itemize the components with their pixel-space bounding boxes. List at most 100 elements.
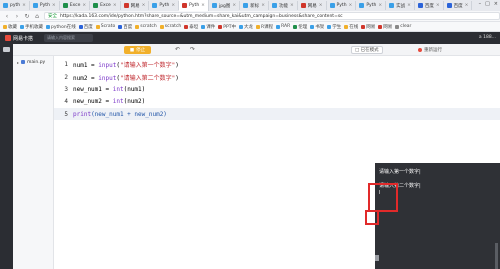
close-window-icon[interactable]: × — [494, 1, 498, 7]
bookmark-item[interactable]: Scrato — [95, 24, 115, 29]
console-handle[interactable] — [375, 255, 379, 261]
bookmark-item[interactable]: 课件 — [201, 24, 215, 30]
line-number: 2 — [64, 73, 68, 81]
bookmark-item[interactable]: 学生 — [327, 24, 341, 30]
close-icon[interactable]: × — [319, 3, 323, 8]
close-icon[interactable]: × — [261, 3, 265, 8]
bookmark-favicon-icon — [238, 24, 243, 29]
bookmark-item[interactable]: R课程 — [255, 24, 273, 30]
bookmark-item[interactable]: 网易 — [361, 24, 375, 30]
bookmark-item[interactable]: 手机收藏 — [20, 24, 43, 30]
close-icon[interactable]: × — [22, 3, 26, 8]
browser-tab[interactable]: 功能 × — [269, 1, 298, 10]
tab-favicon-icon — [271, 3, 277, 8]
browser-tab[interactable]: 网易 × — [121, 1, 150, 10]
url-input[interactable]: 安全 https://kada.163.com/ide/python.htm?s… — [44, 12, 500, 20]
back-icon[interactable]: ‹ — [4, 13, 10, 20]
rerun-button[interactable]: 重新运行 — [415, 46, 445, 54]
brand-name: 网易卡搭 — [13, 35, 34, 42]
code-text: num2 = input("请输入第二个数字") — [73, 74, 179, 82]
close-icon[interactable]: × — [465, 3, 469, 8]
bookmark-favicon-icon — [159, 24, 164, 29]
bookmark-item[interactable]: 百度 — [78, 24, 93, 30]
refresh-icon[interactable]: ↻ — [24, 13, 30, 20]
minimize-icon[interactable]: – — [479, 1, 482, 7]
close-icon[interactable]: × — [232, 3, 236, 8]
bookmark-item[interactable]: scratch — [135, 24, 157, 29]
bookmark-item[interactable]: 在线 — [344, 24, 358, 30]
maximize-icon[interactable]: □ — [485, 1, 490, 7]
exec-mode-toggle[interactable]: □ 已在模式 — [351, 46, 383, 54]
tab-favicon-icon — [62, 3, 68, 8]
bookmark-favicon-icon — [95, 24, 100, 29]
stop-button[interactable]: ■ 停止 — [124, 46, 151, 54]
close-icon[interactable]: × — [436, 3, 440, 8]
user-menu[interactable]: a 188... — [479, 35, 496, 40]
bookmark-favicon-icon — [293, 24, 298, 29]
bookmark-item[interactable]: 泰坦 — [184, 24, 198, 30]
close-icon[interactable]: × — [142, 3, 146, 8]
close-icon[interactable]: × — [378, 3, 382, 8]
bookmark-item[interactable]: 百度 — [118, 24, 132, 30]
bookmark-favicon-icon — [310, 24, 315, 29]
close-icon[interactable]: × — [290, 3, 294, 8]
tab-label: pyth — [10, 3, 21, 8]
bookmark-label: 网易 — [366, 24, 376, 30]
close-icon[interactable]: × — [52, 3, 56, 8]
bookmark-item[interactable]: 书架 — [310, 24, 324, 30]
browser-tab[interactable]: Pyth × — [30, 1, 60, 10]
bookmark-item[interactable]: PPT中 — [218, 24, 236, 30]
forward-icon[interactable]: › — [14, 13, 20, 20]
close-icon[interactable]: × — [201, 3, 205, 8]
search-input[interactable]: 请输入内容搜索 — [44, 34, 93, 42]
bookmark-item[interactable]: 伦理 — [293, 24, 307, 30]
browser-tab[interactable]: 网易 × — [298, 1, 327, 10]
console-scrollbar[interactable] — [495, 243, 498, 269]
tab-label: 网易 — [307, 3, 317, 9]
bookmark-favicon-icon — [378, 24, 383, 29]
browser-tab[interactable]: 新标 × — [240, 1, 269, 10]
browser-tab[interactable]: 实战 × — [386, 1, 415, 10]
browser-tab[interactable]: 百度 × — [415, 1, 444, 10]
bookmark-label: 手机收藏 — [25, 24, 43, 30]
browser-tab[interactable]: Exce × — [90, 1, 121, 10]
browser-tab-active[interactable]: Pyth × — [179, 0, 209, 11]
bookmark-label: 学生 — [332, 24, 342, 30]
tab-favicon-icon — [300, 3, 306, 8]
browser-tab[interactable]: pyth × — [0, 1, 30, 10]
code-line: 3 new_num1 = int(num1) — [54, 83, 500, 95]
close-icon[interactable]: × — [113, 3, 117, 8]
code-line: 1 num1 = input("请输入第一个数字") — [54, 58, 500, 70]
file-item[interactable]: ▸ main.py — [13, 58, 54, 66]
close-icon[interactable]: × — [171, 3, 175, 8]
browser-tab[interactable]: Exce × — [60, 1, 91, 10]
brand[interactable]: 网易卡搭 — [0, 35, 43, 42]
folder-icon[interactable] — [3, 47, 10, 52]
editor-toolbar: ■ 停止 ↶ ↷ □ 已在模式 重新运行 — [0, 44, 500, 56]
console-line: 请输入第一个数字| — [379, 169, 421, 175]
output-console[interactable]: 请输入第一个数字| 请输入第二个数字| I — [375, 163, 500, 269]
browser-tab[interactable]: Pyth × — [327, 1, 357, 10]
close-icon[interactable]: × — [82, 3, 86, 8]
undo-icon[interactable]: ↶ — [175, 46, 180, 53]
bookmark-item[interactable]: scratch — [159, 24, 181, 29]
bookmark-item[interactable]: RAR — [276, 24, 290, 29]
browser-tab[interactable]: jpg图 × — [209, 1, 241, 10]
close-icon[interactable]: × — [349, 3, 353, 8]
redo-icon[interactable]: ↷ — [190, 46, 195, 53]
bookmark-item[interactable]: 网易 — [378, 24, 392, 30]
bookmark-item[interactable]: python在线 — [46, 24, 76, 30]
bookmark-favicon-icon — [276, 24, 281, 29]
bookmark-label: 百度 — [83, 24, 93, 30]
bookmark-label: RAR — [281, 24, 291, 29]
close-icon[interactable]: × — [407, 3, 411, 8]
home-icon[interactable]: ⌂ — [34, 13, 40, 20]
chevron-right-icon: ▸ — [17, 59, 20, 65]
browser-tab[interactable]: Pyth × — [149, 1, 180, 10]
bookmark-item[interactable]: 收藏 — [3, 24, 17, 30]
bookmark-item[interactable]: 大龙 — [238, 24, 253, 30]
browser-tab[interactable]: 百度 × — [444, 1, 473, 10]
bookmark-item[interactable]: clear — [395, 24, 411, 29]
tab-label: jpg图 — [218, 3, 231, 9]
browser-tab[interactable]: Pyth × — [356, 1, 387, 10]
